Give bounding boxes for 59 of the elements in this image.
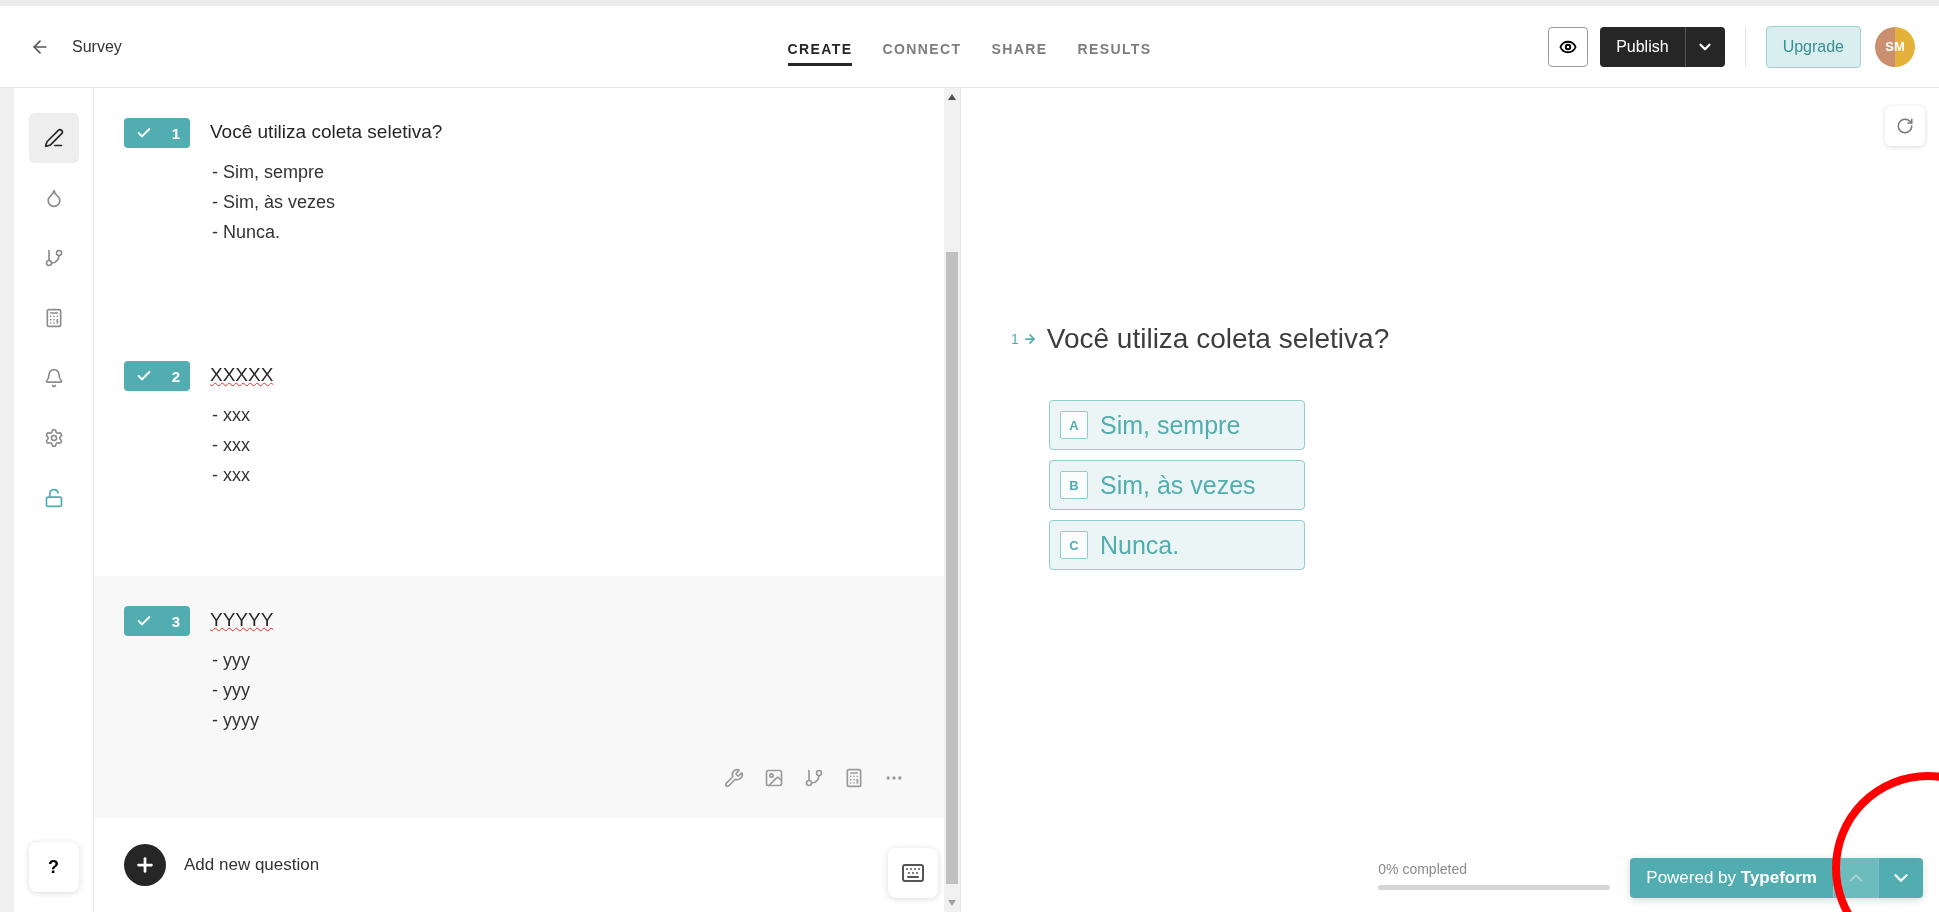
scrollbar[interactable] [944, 88, 960, 912]
question-card[interactable]: 3 YYYYY - yyy - yyy - yyyy [94, 576, 944, 818]
option-label: Sim, sempre [1100, 410, 1241, 440]
question-title[interactable]: XXXXX [210, 364, 274, 386]
choice-text: - xxx [211, 405, 251, 426]
preview-button[interactable] [1548, 26, 1589, 67]
image-icon[interactable] [764, 768, 784, 788]
wrench-icon[interactable] [724, 768, 744, 788]
nav-tab[interactable]: CONNECT [882, 27, 962, 66]
answer-option[interactable]: B Sim, às vezes [1049, 460, 1305, 510]
answer-option[interactable]: A Sim, sempre [1049, 400, 1305, 450]
question-number: 1 [1011, 331, 1019, 347]
form-title: Survey [72, 37, 122, 56]
question-title[interactable]: Você utiliza coleta seletiva? [210, 121, 443, 143]
unlocked-lock-icon [43, 488, 64, 508]
upgrade-button[interactable]: Upgrade [1765, 25, 1861, 68]
question-title: Você utiliza coleta seletiva? [1046, 323, 1390, 355]
nav-tab[interactable]: RESULTS [1077, 27, 1152, 66]
sidebar-button[interactable] [28, 113, 79, 163]
scroll-up-icon[interactable] [948, 94, 956, 100]
question-title[interactable]: YYYYY [210, 609, 274, 631]
calculator-icon[interactable] [844, 768, 864, 788]
bell-icon [43, 368, 64, 388]
answer-option[interactable]: C Nunca. [1049, 520, 1305, 570]
nav-tab[interactable]: CREATE [787, 27, 853, 66]
choice-text: - yyy [211, 680, 251, 701]
publish-button[interactable]: Publish [1600, 26, 1685, 67]
scroll-down-icon[interactable] [948, 900, 956, 906]
option-key: B [1060, 471, 1088, 499]
keyboard-icon [901, 861, 925, 885]
option-key: A [1060, 411, 1088, 439]
choice-text: - xxx [211, 465, 251, 486]
keyboard-button[interactable] [888, 848, 938, 898]
nav-tab[interactable]: SHARE [991, 27, 1048, 66]
publish-menu-button[interactable] [1684, 26, 1725, 67]
option-label: Nunca. [1100, 530, 1180, 560]
arrow-icon [1022, 332, 1037, 346]
add-question-label[interactable]: Add new question [184, 855, 320, 875]
question-number: 2 [171, 367, 180, 385]
branch-icon[interactable] [804, 768, 824, 788]
branch-icon [43, 248, 64, 268]
choice-text: - Sim, às vezes [211, 192, 337, 213]
settings-icon [43, 428, 64, 448]
choice-text: - yyyy [211, 710, 260, 731]
choice-text: - Sim, sempre [211, 162, 326, 183]
reload-button[interactable] [1885, 106, 1925, 146]
add-question-button[interactable] [124, 844, 166, 886]
option-key: C [1060, 531, 1088, 559]
choice-text: - yyy [211, 650, 251, 671]
help-button[interactable]: ? [28, 842, 79, 892]
progress-label: 0% completed [1378, 861, 1468, 877]
question-number: 1 [171, 124, 180, 142]
reload-icon [1896, 117, 1914, 135]
plus-icon [134, 854, 156, 876]
option-label: Sim, às vezes [1100, 470, 1256, 500]
choice-text: - xxx [211, 435, 251, 456]
question-number: 3 [171, 612, 180, 630]
choice-text: - Nunca. [211, 222, 282, 243]
pen-icon [43, 128, 64, 148]
